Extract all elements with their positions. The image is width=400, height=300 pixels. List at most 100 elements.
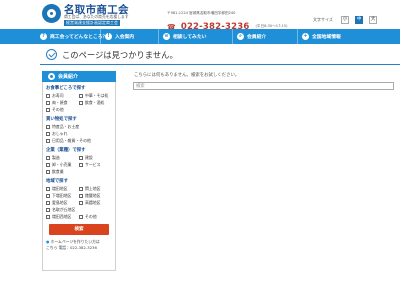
search-icon: ⌕ (237, 33, 244, 40)
checkbox-option[interactable]: 中華・そば処 (79, 92, 112, 99)
checkbox-option[interactable]: 製造 (46, 154, 79, 161)
option-label: 特産品・お土産 (52, 123, 80, 129)
checkbox-option[interactable]: 肉・焼食 (46, 99, 79, 106)
question-icon: ? (40, 33, 47, 40)
checkbox-option[interactable]: その他 (46, 106, 112, 113)
group-title-industry: 企業（業種）で探す (46, 148, 86, 153)
checkbox[interactable] (46, 169, 50, 174)
checkbox-option[interactable]: 愛島地区 (46, 199, 79, 206)
sidebar-body: お食事どころで探す お寿司 中華・そば処 肉・焼食 飲食・酒処 その他 買い物処… (42, 82, 116, 271)
nav-label: 会員紹介 (247, 35, 267, 40)
info-icon: ● (46, 239, 50, 244)
checkbox[interactable] (46, 138, 50, 143)
checkbox-option[interactable]: 高舘地区 (79, 199, 112, 206)
nav-item-about[interactable]: ? 商工会ってどんなところ？ (0, 29, 107, 44)
checkbox-option[interactable]: 卸・小売業 (46, 161, 79, 168)
logo-gear-icon[interactable] (42, 4, 61, 23)
checkbox[interactable] (46, 214, 50, 219)
checkbox-option[interactable]: 増田地区 (46, 185, 79, 192)
checkbox-option[interactable]: 建設 (79, 154, 112, 161)
group-title-dining: お食事どころで探す (46, 86, 86, 91)
sidebar-footer: ● ホームページを作りたい方は こちら 電話：022-382-3236 (46, 239, 112, 251)
group-options-area: 増田地区 閖上地区 下増田地区 館腰地区 愛島地区 高舘地区 名取が丘地区 増田… (46, 185, 112, 220)
checkbox[interactable] (46, 200, 50, 205)
checkbox[interactable] (79, 186, 83, 191)
font-size-label: 文字サイズ (313, 16, 333, 22)
member-icon (48, 73, 55, 80)
page-title-bar: このページは見つかりません。 (40, 44, 400, 65)
checkbox[interactable] (46, 162, 50, 167)
nav-item-join[interactable]: ! 入会案内 (101, 29, 159, 44)
nav-item-national[interactable]: + 全国地域情報 (298, 29, 400, 44)
checkbox-option[interactable]: サービス (79, 161, 112, 168)
checkbox[interactable] (46, 193, 50, 198)
checkbox[interactable] (79, 93, 83, 98)
checkbox[interactable] (46, 100, 50, 105)
option-label: 下増田地区 (52, 192, 72, 198)
nav-item-members[interactable]: ⌕ 会員紹介 (233, 29, 298, 44)
checkbox[interactable] (79, 100, 83, 105)
checkbox-option[interactable]: 日用品・雑貨・その他 (46, 137, 112, 144)
checkbox[interactable] (46, 124, 50, 129)
option-label: 飲食・酒処 (85, 99, 105, 105)
checkbox-option[interactable]: お寿司 (46, 92, 79, 99)
option-label: 館腰地区 (85, 192, 101, 198)
logo-badge: 経営発達支援計画認定商工会 (64, 20, 120, 26)
nav-item-consult[interactable]: ≡ 相談してみたい (159, 29, 233, 44)
checkbox[interactable] (46, 131, 50, 136)
checkbox-option[interactable]: 飲食・酒処 (79, 99, 112, 106)
checkbox-option[interactable]: 飲食業 (46, 168, 112, 175)
option-label: 製造 (52, 154, 60, 160)
checkbox[interactable] (79, 214, 83, 219)
option-label: 増田地区 (52, 185, 68, 191)
site-search-input[interactable] (133, 82, 394, 90)
option-label: その他 (52, 106, 64, 112)
title-divider (40, 64, 400, 65)
checkbox[interactable] (79, 162, 83, 167)
group-options-dining: お寿司 中華・そば処 肉・焼食 飲食・酒処 その他 (46, 92, 112, 113)
option-label: お寿司 (52, 92, 64, 98)
page-title: このページは見つかりません。 (62, 50, 178, 60)
footer-text: ホームページを作りたい方は (50, 239, 100, 244)
option-label: 愛島地区 (52, 199, 68, 205)
checkbox[interactable] (79, 155, 83, 160)
plus-icon: + (302, 33, 309, 40)
option-label: 名取が丘地区 (52, 206, 76, 212)
checkbox[interactable] (46, 155, 50, 160)
checkbox-option[interactable]: 名取が丘地区 (46, 206, 112, 213)
option-label: その他 (85, 213, 97, 219)
checkbox-option[interactable]: 下増田地区 (46, 192, 79, 199)
group-options-shopping: 特産品・お土産 おしゃれ 日用品・雑貨・その他 (46, 123, 112, 144)
checkbox[interactable] (79, 200, 83, 205)
nav-label: 全国地域情報 (312, 35, 341, 40)
checkbox-option[interactable]: その他 (79, 213, 112, 220)
nav-label: 商工会ってどんなところ？ (50, 35, 108, 40)
checkbox[interactable] (46, 207, 50, 212)
font-size-medium-button[interactable]: 中 (355, 15, 364, 24)
sidebar-heading: 会員紹介 (42, 71, 116, 82)
checkbox-option[interactable]: 特産品・お土産 (46, 123, 112, 130)
checkbox[interactable] (46, 107, 50, 112)
checkbox-option[interactable]: 増田西地区 (46, 213, 79, 220)
member-search-button[interactable]: 検索 (49, 224, 109, 235)
option-label: 高舘地区 (85, 199, 101, 205)
checkbox-option[interactable]: 閖上地区 (79, 185, 112, 192)
group-options-industry: 製造 建設 卸・小売業 サービス 飲食業 (46, 154, 112, 175)
font-size-small-button[interactable]: 小 (340, 15, 349, 24)
sidebar-heading-label: 会員紹介 (58, 74, 79, 80)
option-label: 卸・小売業 (52, 161, 72, 167)
chat-icon: ≡ (163, 33, 170, 40)
checkbox-option[interactable]: 館腰地区 (79, 192, 112, 199)
font-size-switcher: 文字サイズ 小 中 大 (313, 9, 378, 28)
checkbox[interactable] (79, 193, 83, 198)
checkbox[interactable] (46, 93, 50, 98)
checkbox[interactable] (46, 186, 50, 191)
group-title-area: 地域で探す (46, 179, 68, 184)
checkbox-option[interactable]: おしゃれ (46, 130, 112, 137)
font-size-large-button[interactable]: 大 (369, 15, 378, 24)
option-label: 中華・そば処 (85, 92, 109, 98)
check-circle-icon (46, 49, 57, 60)
option-label: 肉・焼食 (52, 99, 68, 105)
option-label: 閖上地区 (85, 185, 101, 191)
member-search-sidebar: 会員紹介 お食事どころで探す お寿司 中華・そば処 肉・焼食 飲食・酒処 その他… (42, 71, 116, 271)
